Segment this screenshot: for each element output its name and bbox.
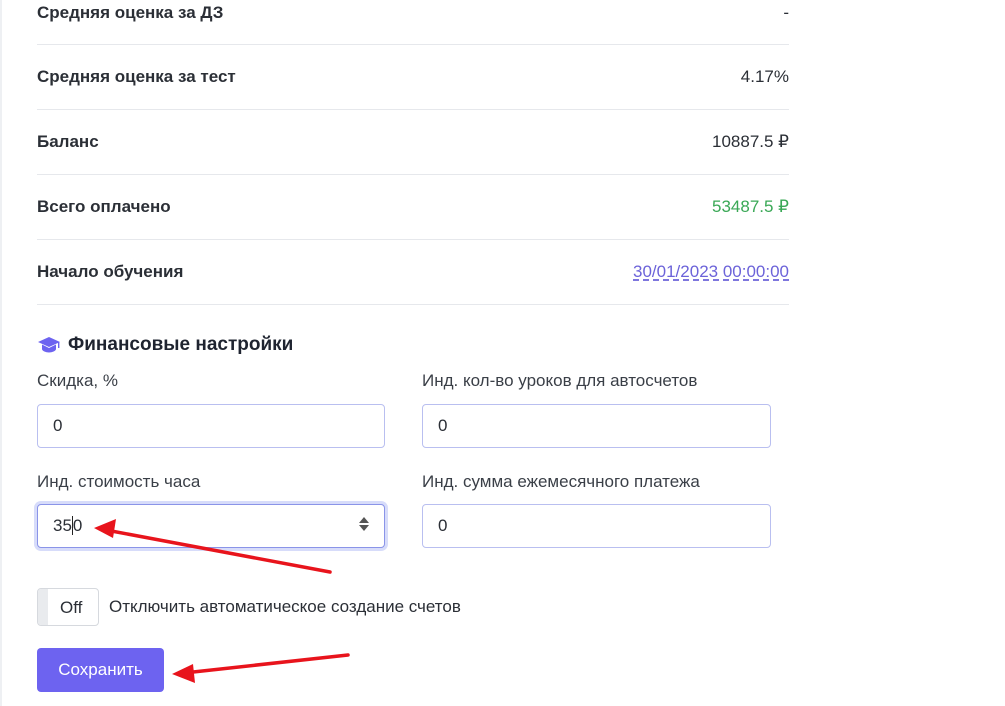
- student-summary-table: Средняя оценка за ДЗ - Средняя оценка за…: [37, 0, 789, 305]
- finance-settings-heading: Финансовые настройки: [37, 334, 293, 356]
- discount-input[interactable]: 0: [37, 404, 385, 448]
- monthly-payment-value: 0: [438, 516, 448, 535]
- start-date-link[interactable]: 30/01/2023 00:00:00: [633, 262, 789, 282]
- summary-value: 4.17%: [740, 67, 789, 86]
- graduation-cap-icon: [38, 337, 60, 353]
- lessons-count-value: 0: [438, 416, 448, 435]
- toggle-knob: [38, 589, 48, 625]
- summary-row-balance: Баланс 10887.5 ₽: [37, 110, 789, 175]
- number-spinner[interactable]: [358, 517, 370, 537]
- summary-value: -: [783, 3, 789, 22]
- monthly-payment-label: Инд. сумма ежемесячного платежа: [422, 472, 700, 491]
- save-button[interactable]: Сохранить: [37, 648, 164, 692]
- summary-value: 10887.5 ₽: [712, 132, 789, 151]
- summary-row-homework-grade: Средняя оценка за ДЗ -: [37, 0, 789, 45]
- monthly-payment-input[interactable]: 0: [422, 504, 771, 548]
- summary-value-paid: 53487.5 ₽: [712, 197, 789, 216]
- spinner-down-icon[interactable]: [359, 525, 369, 531]
- summary-label: Баланс: [37, 132, 99, 151]
- hourly-rate-input[interactable]: 350: [37, 504, 385, 548]
- summary-row-total-paid: Всего оплачено 53487.5 ₽: [37, 175, 789, 240]
- hourly-rate-label: Инд. стоимость часа: [37, 472, 201, 491]
- summary-label: Средняя оценка за ДЗ: [37, 3, 224, 22]
- summary-row-test-grade: Средняя оценка за тест 4.17%: [37, 45, 789, 110]
- summary-row-start-date: Начало обучения 30/01/2023 00:00:00: [37, 240, 789, 305]
- spinner-up-icon[interactable]: [359, 517, 369, 523]
- auto-invoice-toggle[interactable]: Off: [37, 588, 99, 626]
- toggle-state: Off: [60, 598, 83, 617]
- discount-value: 0: [53, 416, 63, 435]
- lessons-count-input[interactable]: 0: [422, 404, 771, 448]
- hourly-rate-value: 35: [53, 516, 72, 535]
- summary-label: Средняя оценка за тест: [37, 67, 236, 86]
- arrow-to-save-button: [172, 653, 350, 683]
- summary-label: Начало обучения: [37, 262, 184, 281]
- content-left-border: [0, 0, 2, 706]
- summary-label: Всего оплачено: [37, 197, 171, 216]
- finance-settings-title: Финансовые настройки: [68, 334, 294, 355]
- hourly-rate-value-rest: 0: [72, 516, 83, 535]
- discount-label: Скидка, %: [37, 371, 118, 390]
- lessons-count-label: Инд. кол-во уроков для автосчетов: [422, 371, 698, 390]
- auto-invoice-toggle-label: Отключить автоматическое создание счетов: [109, 597, 461, 616]
